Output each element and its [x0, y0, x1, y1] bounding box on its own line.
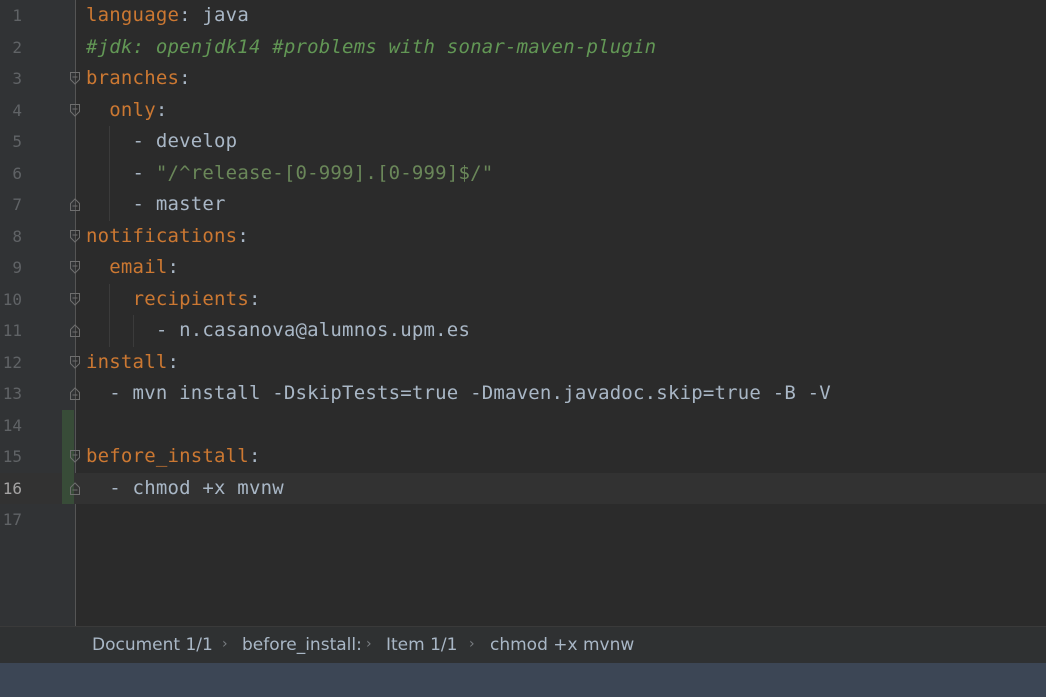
code-line[interactable]: 11 - n.casanova@alumnos.upm.es	[0, 315, 1046, 347]
code-text: - mvn install -DskipTests=true -Dmaven.j…	[86, 378, 831, 410]
code-text: - chmod +x mvnw	[86, 473, 284, 505]
code-line[interactable]: 17	[0, 504, 1046, 536]
code-line[interactable]: 6 - "/^release-[0-999].[0-999]$/"	[0, 158, 1046, 190]
code-text: install:	[86, 347, 179, 379]
code-line[interactable]: 2 #jdk: openjdk14 #problems with sonar-ma…	[0, 32, 1046, 64]
code-line[interactable]: 10 recipients:	[0, 284, 1046, 316]
code-text: notifications:	[86, 221, 249, 253]
line-number: 14	[2, 415, 22, 435]
yaml-key: install	[86, 350, 168, 373]
yaml-text	[86, 256, 109, 278]
yaml-text: :	[167, 256, 180, 278]
code-editor[interactable]: 1 language: java 2 #jdk: openjdk14 #problem…	[0, 0, 1046, 626]
fold-open-icon[interactable]	[70, 229, 80, 243]
line-number: 8	[12, 226, 22, 246]
line-number: 16	[2, 478, 22, 498]
line-number: 4	[12, 100, 22, 120]
fold-open-icon[interactable]	[70, 292, 80, 306]
code-line[interactable]: 7 - master	[0, 189, 1046, 221]
fold-open-icon[interactable]	[70, 261, 80, 274]
fold-end-icon[interactable]	[70, 481, 80, 495]
code-line[interactable]: 8 notifications:	[0, 221, 1046, 253]
line-number: 11	[2, 321, 22, 340]
code-line[interactable]: 3 branches:	[0, 63, 1046, 95]
yaml-key: recipients	[132, 287, 249, 310]
code-line-current[interactable]: 16 - chmod +x mvnw	[0, 472, 1046, 505]
code-text: branches:	[86, 63, 191, 95]
yaml-text: :	[248, 287, 261, 310]
code-line[interactable]: 4 only:	[0, 95, 1046, 127]
chevron-right-icon: ›	[469, 636, 475, 652]
breadcrumb: Document 1/1 › before_install: › Item 1/…	[0, 626, 1046, 664]
code-line[interactable]: 15 before_install:	[0, 441, 1046, 473]
yaml-key: language	[86, 4, 180, 26]
line-number: 13	[2, 384, 22, 403]
fold-end-icon[interactable]	[70, 387, 80, 400]
fold-open-icon[interactable]	[70, 355, 80, 369]
yaml-string: "/^release-[0-999].[0-999]$/"	[155, 161, 494, 184]
line-number: 9	[12, 258, 22, 277]
yaml-text: :	[179, 67, 191, 89]
breadcrumb-command[interactable]: chmod +x mvnw	[490, 627, 634, 664]
code-text: language: java	[86, 0, 249, 32]
fold-end-icon[interactable]	[70, 324, 80, 337]
line-number: 7	[12, 195, 22, 214]
yaml-text: : java	[179, 4, 249, 26]
line-number: 15	[2, 447, 22, 466]
yaml-text: :	[237, 224, 249, 247]
yaml-key: email	[109, 256, 168, 278]
line-number: 5	[12, 132, 22, 151]
code-line[interactable]: 12 install:	[0, 347, 1046, 379]
yaml-key: before_install	[86, 445, 249, 467]
code-line[interactable]: 13 - mvn install -DskipTests=true -Dmave…	[0, 378, 1046, 410]
line-number: 12	[2, 352, 22, 372]
yaml-text: :	[167, 350, 180, 373]
fold-open-icon[interactable]	[70, 103, 80, 117]
chevron-right-icon: ›	[222, 636, 228, 652]
yaml-text: - n.casanova@alumnos.upm.es	[86, 319, 471, 341]
indent-guide	[109, 283, 110, 347]
code-text: email:	[86, 252, 179, 284]
line-number: 17	[2, 510, 22, 529]
fold-open-icon[interactable]	[70, 450, 80, 463]
breadcrumb-document[interactable]: Document 1/1	[92, 627, 213, 664]
line-number: 10	[2, 289, 22, 309]
yaml-text: - mvn install -DskipTests=true -Dmaven.j…	[86, 382, 831, 404]
code-line[interactable]: 14	[0, 409, 1046, 441]
yaml-text: - chmod +x mvnw	[86, 476, 284, 499]
breadcrumb-item[interactable]: Item 1/1	[386, 627, 457, 664]
code-text: before_install:	[86, 441, 261, 473]
line-number: 2	[12, 37, 22, 57]
chevron-right-icon: ›	[366, 636, 372, 652]
yaml-comment: #jdk: openjdk14 #problems with sonar-mav…	[86, 35, 657, 58]
status-bar	[0, 663, 1046, 697]
line-number: 1	[12, 6, 22, 25]
yaml-text: :	[248, 445, 261, 467]
yaml-key: branches	[86, 67, 180, 89]
code-text: - n.casanova@alumnos.upm.es	[86, 315, 470, 347]
line-number: 3	[12, 69, 22, 88]
yaml-text: - master	[86, 193, 226, 215]
yaml-key: only	[109, 98, 156, 121]
yaml-text	[86, 99, 109, 121]
code-text: only:	[86, 95, 167, 127]
line-number: 6	[12, 163, 22, 183]
vcs-added-marker[interactable]	[62, 409, 74, 441]
fold-end-icon[interactable]	[70, 198, 80, 211]
code-text: - "/^release-[0-999].[0-999]$/"	[86, 158, 494, 190]
yaml-key: notifications	[86, 224, 238, 247]
code-text: recipients:	[86, 284, 261, 316]
code-line[interactable]: 5 - develop	[0, 126, 1046, 158]
code-text: - master	[86, 189, 226, 221]
indent-guide	[109, 126, 110, 221]
code-line[interactable]: 1 language: java	[0, 0, 1046, 32]
yaml-text: :	[155, 98, 168, 121]
breadcrumb-before-install[interactable]: before_install:	[242, 627, 362, 664]
code-text: #jdk: openjdk14 #problems with sonar-mav…	[86, 32, 656, 64]
code-line[interactable]: 9 email:	[0, 252, 1046, 284]
fold-open-icon[interactable]	[70, 72, 80, 85]
indent-guide	[133, 315, 134, 347]
yaml-text: -	[86, 161, 156, 184]
